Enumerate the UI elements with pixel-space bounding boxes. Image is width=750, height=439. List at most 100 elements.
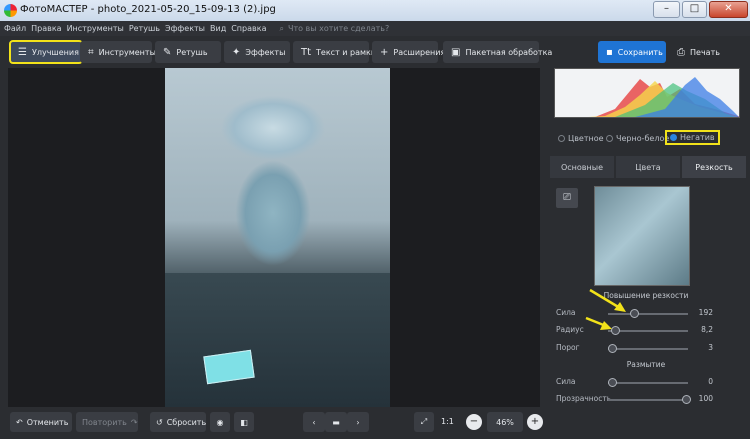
mode-color-label: Цветное	[568, 134, 604, 143]
blur-strength-knob[interactable]	[608, 378, 617, 387]
menu-tools[interactable]: Инструменты	[67, 24, 124, 33]
window-title: ФотоМАСТЕР - photo_2021-05-20_15-09-13 (…	[20, 4, 276, 15]
improve-label: Улучшения	[31, 47, 79, 57]
maximize-button[interactable]: □	[682, 1, 707, 18]
threshold-value: 3	[708, 343, 713, 352]
app-logo-icon	[4, 4, 17, 17]
printer-icon: ⎙	[677, 46, 685, 58]
radio-dot	[558, 135, 565, 142]
plus-icon: +	[380, 46, 389, 58]
blur-strength-slider[interactable]	[608, 378, 688, 387]
opacity-label: Прозрачность	[556, 394, 612, 403]
fit-icon: ⤢	[420, 417, 428, 426]
batch-label: Пакетная обработка	[465, 47, 553, 57]
opacity-slider[interactable]	[608, 395, 691, 404]
annotation-arrows	[585, 288, 626, 330]
redo-button[interactable]: Повторить ↷	[76, 412, 138, 432]
text-icon: Tt	[301, 46, 312, 58]
save-icon: ▪	[606, 46, 613, 58]
undo-icon: ↶	[16, 417, 23, 427]
title-bar: ФотоМАСТЕР - photo_2021-05-20_15-09-13 (…	[0, 0, 750, 21]
fit-screen-button[interactable]: ⤢	[414, 412, 434, 432]
menu-view[interactable]: Вид	[210, 24, 226, 33]
comment-icon: ⎚	[563, 192, 571, 203]
minimize-button[interactable]: –	[653, 1, 680, 18]
undo-label: Отменить	[26, 417, 69, 427]
print-label: Печать	[690, 47, 720, 57]
blur-strength-label: Сила	[556, 377, 576, 386]
crop-icon: ⌗	[88, 46, 94, 58]
chevron-left-icon: ‹	[312, 417, 316, 427]
tools-button[interactable]: ⌗ Инструменты	[80, 41, 156, 63]
main-toolbar: ☰ Улучшения ⌗ Инструменты ✎ Ретушь ✦ Эффекты…	[0, 36, 750, 68]
menu-search[interactable]: ⌕ Что вы хотите сделать?	[279, 24, 389, 34]
blur-section-title: Размытие	[626, 360, 666, 369]
adjust-tabs: Основные Цвета Резкость	[550, 156, 746, 178]
sharpness-zoom-preview	[594, 186, 690, 286]
redo-icon: ↷	[130, 417, 138, 427]
mode-bw-radio[interactable]: Черно-белое	[606, 134, 669, 143]
prev-image-button[interactable]: ‹	[303, 412, 325, 432]
text-frames-label: Текст и рамки	[316, 47, 377, 57]
menu-edit[interactable]: Правка	[31, 24, 61, 33]
chevron-right-icon: ›	[356, 417, 360, 427]
mode-negative-label: Негатив	[680, 133, 715, 142]
search-icon: ⌕	[279, 23, 284, 33]
extensions-button[interactable]: + Расширения	[372, 41, 445, 63]
next-image-button[interactable]: ›	[347, 412, 369, 432]
zoom-level-field[interactable]: 46%	[487, 412, 523, 432]
menu-file[interactable]: Файл	[4, 24, 26, 33]
settings-panel: Цветное Черно-белое Негатив Основные Цве…	[546, 68, 750, 407]
redo-label: Повторить	[82, 417, 127, 427]
text-frames-button[interactable]: Tt Текст и рамки	[293, 41, 376, 63]
zoom-in-button[interactable]: +	[527, 414, 543, 430]
menu-help[interactable]: Справка	[231, 24, 266, 33]
menu-retouch[interactable]: Ретушь	[129, 24, 160, 33]
reset-label: Сбросить	[166, 417, 207, 427]
minus-icon: −	[469, 416, 479, 427]
threshold-knob[interactable]	[608, 344, 617, 353]
strength-value: 192	[698, 308, 713, 317]
batch-processing-button[interactable]: ▣ Пакетная обработка	[443, 41, 552, 63]
open-folder-button[interactable]: ▬	[325, 412, 347, 432]
radius-value: 8,2	[701, 325, 713, 334]
improve-button[interactable]: ☰ Улучшения	[9, 40, 83, 64]
tab-basic[interactable]: Основные	[550, 156, 614, 178]
blur-strength-value: 0	[708, 377, 713, 386]
compare-preview-button[interactable]: ⎚	[556, 188, 578, 208]
retouch-button[interactable]: ✎ Ретушь	[155, 41, 221, 63]
compare-button[interactable]: ◧	[234, 412, 254, 432]
mode-color-radio[interactable]: Цветное	[558, 134, 604, 143]
batch-icon: ▣	[451, 46, 461, 58]
tools-label: Инструменты	[98, 47, 156, 57]
menu-bar: Файл Правка Инструменты Ретушь Эффекты В…	[0, 21, 750, 36]
undo-button[interactable]: ↶ Отменить	[10, 412, 72, 432]
threshold-label: Порог	[556, 343, 580, 352]
print-button[interactable]: ⎙ Печать	[669, 41, 739, 63]
menu-effects[interactable]: Эффекты	[165, 24, 205, 33]
reset-button[interactable]: ↺ Сбросить	[150, 412, 206, 432]
close-button[interactable]: ✕	[709, 1, 748, 18]
save-label: Сохранить	[617, 47, 663, 57]
preview-eye-button[interactable]: ◉	[210, 412, 230, 432]
extensions-label: Расширения	[393, 47, 446, 57]
magic-wand-icon: ✦	[232, 46, 241, 58]
strength-label: Сила	[556, 308, 576, 317]
opacity-value: 100	[698, 394, 713, 403]
zoom-out-button[interactable]: −	[466, 414, 482, 430]
tab-sharpness[interactable]: Резкость	[682, 156, 746, 178]
ratio-button[interactable]: 1:1	[441, 417, 454, 426]
effects-button[interactable]: ✦ Эффекты	[224, 41, 290, 63]
threshold-slider[interactable]	[608, 344, 688, 353]
folder-icon: ▬	[332, 417, 340, 427]
photo-shirt-area	[165, 273, 390, 407]
mode-negative-radio[interactable]: Негатив	[665, 130, 720, 145]
plus-icon: +	[530, 416, 540, 427]
tab-colors[interactable]: Цвета	[616, 156, 680, 178]
save-button[interactable]: ▪ Сохранить	[598, 41, 666, 63]
image-canvas[interactable]	[8, 68, 540, 407]
radio-dot	[606, 135, 613, 142]
retouch-label: Ретушь	[176, 47, 208, 57]
brush-icon: ✎	[163, 46, 172, 58]
photo-preview	[165, 68, 390, 407]
